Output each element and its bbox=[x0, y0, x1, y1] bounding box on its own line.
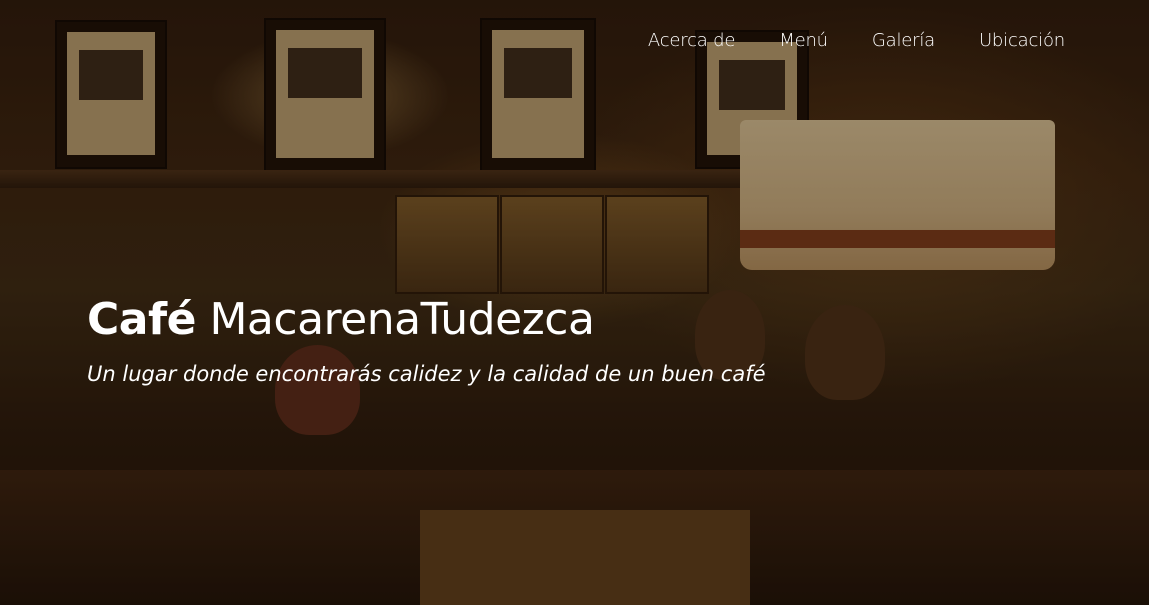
main-nav: Acerca de Menú Galería Ubicación bbox=[648, 30, 1065, 51]
nav-link-ubicacion[interactable]: Ubicación bbox=[979, 30, 1065, 51]
nav-link-menu[interactable]: Menú bbox=[779, 30, 828, 51]
nav-link-galeria[interactable]: Galería bbox=[872, 30, 935, 51]
hero-section: Acerca de Menú Galería Ubicación Café Ma… bbox=[0, 0, 1149, 605]
title-light-part: MacarenaTudezca bbox=[209, 294, 595, 345]
page-subtitle: Un lugar donde encontrarás calidez y la … bbox=[87, 362, 766, 386]
title-bold-part: Café bbox=[87, 294, 196, 345]
nav-link-acerca-de[interactable]: Acerca de bbox=[648, 30, 736, 51]
page-title: Café MacarenaTudezca bbox=[87, 294, 595, 345]
